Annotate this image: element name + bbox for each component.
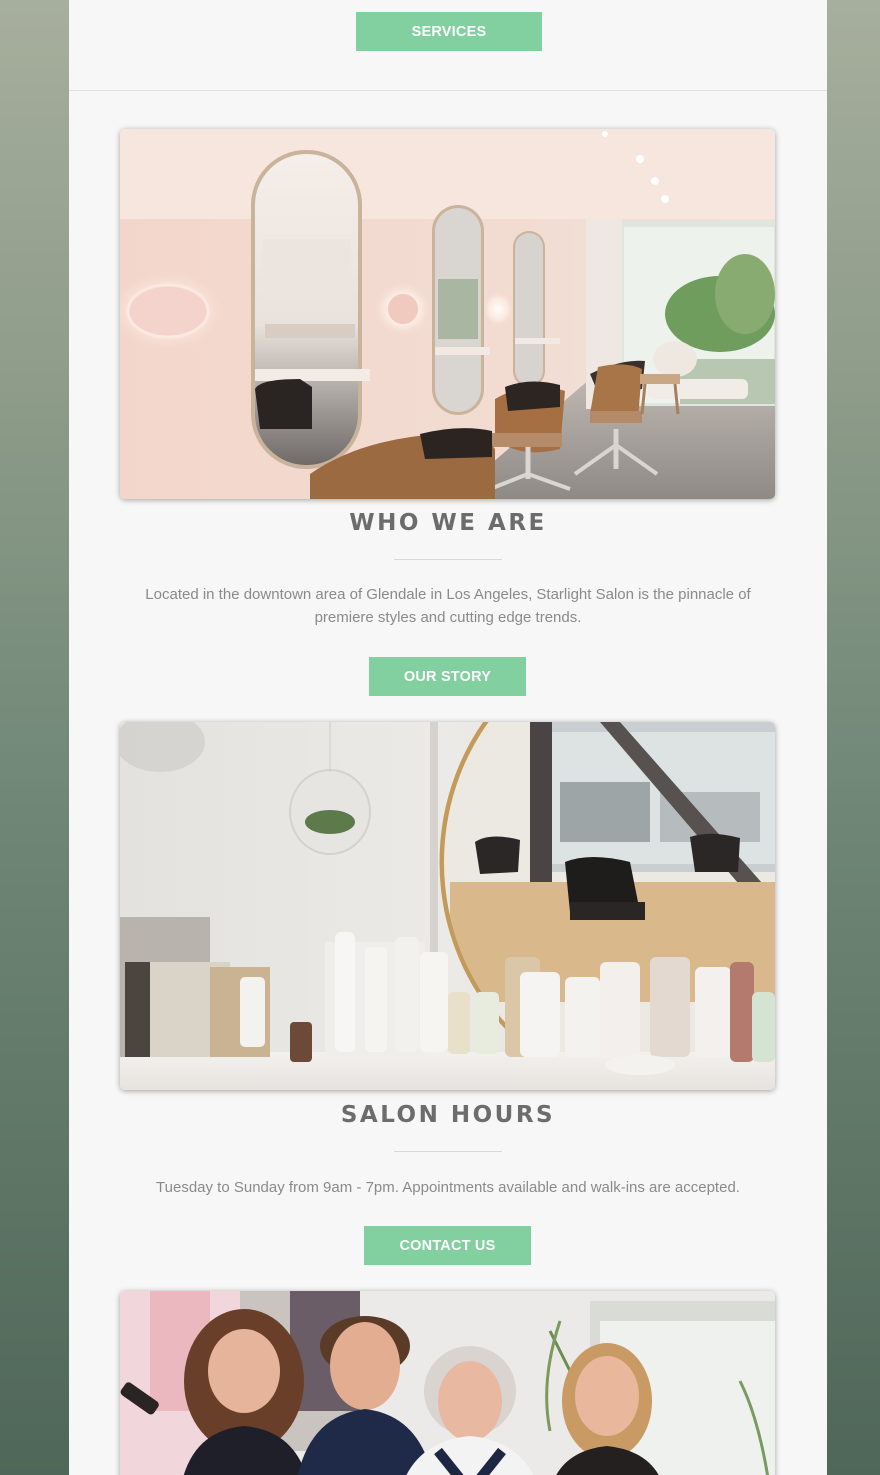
who-we-are-heading: WHO WE ARE: [349, 510, 547, 536]
salon-interior-image: [120, 129, 775, 499]
salon-hours-heading: SALON HOURS: [340, 1102, 556, 1128]
our-story-button[interactable]: OUR STORY: [369, 657, 526, 696]
section-divider: [394, 1151, 502, 1152]
section-divider: [394, 559, 502, 560]
services-button[interactable]: SERVICES: [356, 12, 542, 51]
salon-counter-image: [120, 722, 775, 1090]
services-section: SERVICES: [69, 0, 827, 91]
contact-us-button[interactable]: CONTACT US: [364, 1226, 531, 1265]
salon-team-image: [120, 1291, 775, 1475]
salon-hours-text: Tuesday to Sunday from 9am - 7pm. Appoin…: [156, 1179, 740, 1196]
who-we-are-text: Located in the downtown area of Glendale…: [145, 586, 751, 626]
email-content-panel: SERVICES WHO WE ARE Located in the downt…: [69, 0, 827, 1475]
